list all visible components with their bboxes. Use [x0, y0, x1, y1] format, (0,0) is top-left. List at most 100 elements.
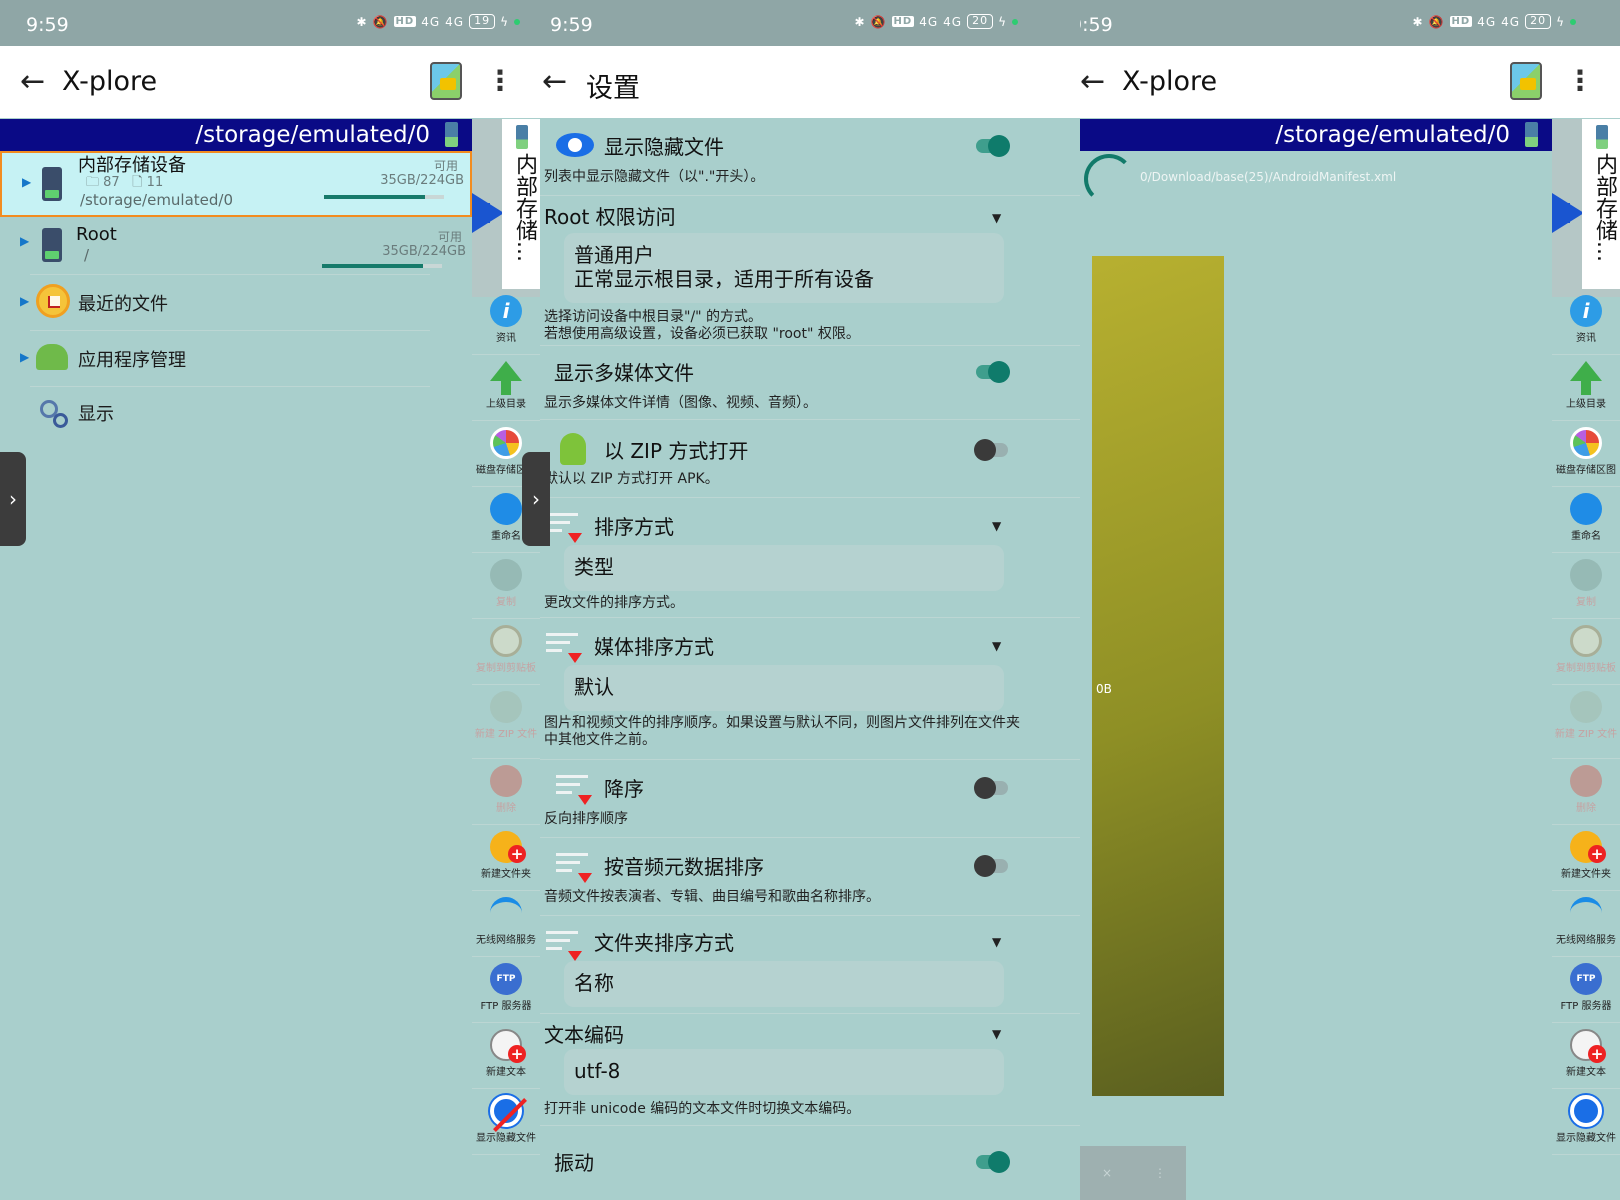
tool-info[interactable]: i 资讯 [1552, 289, 1620, 355]
setting-show-hidden[interactable]: 显示隐藏文件 列表中显示隐藏文件（以"."开头）。 [540, 119, 1080, 195]
back-arrow-icon[interactable]: ← [542, 64, 567, 99]
more-menu-icon[interactable]: ⋮ [486, 64, 514, 97]
tool-show-hidden[interactable]: 显示隐藏文件 [472, 1089, 540, 1155]
tool-wifi[interactable]: 无线网络服务 [472, 891, 540, 957]
signal-icon-2: 4G [1501, 14, 1521, 29]
sort-mode-select[interactable]: 类型 [564, 545, 1004, 591]
setting-text-encoding[interactable]: 文本编码 ▼ utf-8 打开非 unicode 编码的文本文件时切换文本编码。 [540, 1015, 1080, 1125]
tool-copy[interactable]: 复制 [472, 553, 540, 619]
tool-disk-map[interactable]: 磁盘存储区图 [1552, 421, 1620, 487]
storage-row-root[interactable]: ▶ Root / 可用 35GB/224GB [0, 220, 472, 272]
close-icon[interactable]: × [1102, 1166, 1112, 1180]
setting-audio-metadata[interactable]: 按音频元数据排序 音频文件按表演者、专辑、曲目编号和歌曲名称排序。 [540, 839, 1080, 915]
storage-usage-bar [324, 195, 444, 199]
setting-show-media[interactable]: 显示多媒体文件 显示多媒体文件详情（图像、视频、音频）。 [540, 347, 1080, 423]
select-subvalue: 正常显示根目录，适用于所有设备 [574, 267, 874, 291]
trash-icon [490, 765, 522, 797]
expand-triangle-icon[interactable]: ▶ [22, 175, 31, 189]
privacy-dot-icon [1570, 18, 1576, 25]
tool-parent-dir[interactable]: 上级目录 [1552, 355, 1620, 421]
toggle-switch[interactable] [974, 439, 1008, 461]
tool-new-folder[interactable]: 新建文件夹 [472, 825, 540, 891]
sort-icon [546, 931, 582, 961]
expand-triangle-icon[interactable]: ▶ [20, 350, 29, 364]
other-pane-tab[interactable]: 内部存储... [472, 119, 540, 297]
nav-display[interactable]: 显示 [0, 386, 472, 440]
other-pane-label[interactable]: 内部存储... [502, 119, 540, 289]
storage-row-internal[interactable]: ▶ 内部存储设备 🗀 87 🗋 11 /storage/emulated/0 可… [0, 151, 472, 217]
expand-triangle-icon[interactable]: ▶ [20, 294, 29, 308]
toggle-switch[interactable] [976, 361, 1010, 383]
device-switch-icon[interactable] [430, 62, 462, 100]
expand-triangle-icon[interactable]: ▶ [20, 234, 29, 248]
tool-new-zip[interactable]: 新建 ZIP 文件 [1552, 685, 1620, 759]
setting-media-sort[interactable]: 媒体排序方式 ▼ 默认 图片和视频文件的排序顺序。如果设置与默认不同，则图片文件… [540, 619, 1080, 759]
tool-wifi[interactable]: 无线网络服务 [1552, 891, 1620, 957]
panel-file-browser: 9:59 ✱ 🔕 HD 4G 4G 19 ϟ ← X-plore ⋮ /stor… [0, 0, 540, 1200]
media-sort-select[interactable]: 默认 [564, 665, 1004, 711]
other-pane-tab[interactable]: 内部存储... [1552, 119, 1620, 297]
tool-ftp[interactable]: FTP FTP 服务器 [1552, 957, 1620, 1023]
text-encoding-select[interactable]: utf-8 [564, 1049, 1004, 1095]
nav-recent-files[interactable]: ▶ 最近的文件 [0, 276, 472, 330]
tool-delete[interactable]: 删除 [1552, 759, 1620, 825]
other-pane-label[interactable]: 内部存储... [1582, 119, 1620, 289]
tool-new-folder[interactable]: 新建文件夹 [1552, 825, 1620, 891]
dropdown-caret-icon[interactable]: ▼ [992, 519, 1001, 533]
folder-sort-select[interactable]: 名称 [564, 961, 1004, 1007]
dropdown-caret-icon[interactable]: ▼ [992, 935, 1001, 949]
setting-desc: 默认以 ZIP 方式打开 APK。 [544, 471, 719, 487]
setting-zip-open[interactable]: 以 ZIP 方式打开 默认以 ZIP 方式打开 APK。 [540, 421, 1080, 497]
setting-sort-mode[interactable]: 排序方式 ▼ 类型 更改文件的排序方式。 [540, 499, 1080, 617]
drawer-handle[interactable]: › [522, 452, 550, 546]
size-label: 0B [1096, 682, 1112, 696]
toggle-switch[interactable] [974, 855, 1008, 877]
back-arrow-icon[interactable]: ← [1080, 64, 1105, 99]
nav-label: 最近的文件 [78, 294, 168, 315]
dropdown-caret-icon[interactable]: ▼ [992, 639, 1001, 653]
tool-ftp[interactable]: FTP FTP 服务器 [472, 957, 540, 1023]
setting-vibrate[interactable]: 振动 [540, 1127, 1080, 1200]
storage-usage-fill [322, 264, 423, 268]
tool-copy-clipboard[interactable]: 复制到剪贴板 [472, 619, 540, 685]
toggle-switch[interactable] [974, 777, 1008, 799]
signal-icon: 4G [421, 14, 441, 29]
tool-copy-clipboard[interactable]: 复制到剪贴板 [1552, 619, 1620, 685]
toggle-switch[interactable] [976, 1151, 1010, 1173]
device-switch-icon[interactable] [1510, 62, 1542, 100]
setting-folder-sort[interactable]: 文件夹排序方式 ▼ 名称 [540, 917, 1080, 1013]
eye-icon [556, 133, 594, 157]
new-text-icon [1570, 1029, 1606, 1063]
tool-new-text[interactable]: 新建文本 [1552, 1023, 1620, 1089]
tool-label: 复制 [496, 597, 516, 608]
tool-rename[interactable]: 重命名 [1552, 487, 1620, 553]
nav-app-manager[interactable]: ▶ 应用程序管理 [0, 332, 472, 386]
dropdown-caret-icon[interactable]: ▼ [992, 211, 1001, 225]
root-access-select[interactable]: 普通用户 正常显示根目录，适用于所有设备 [564, 233, 1004, 303]
tool-delete[interactable]: 删除 [472, 759, 540, 825]
setting-descending[interactable]: 降序 反向排序顺序 [540, 761, 1080, 837]
more-icon[interactable]: ⋮ [1154, 1166, 1166, 1180]
path-bar[interactable]: /storage/emulated/0 [0, 119, 472, 151]
back-arrow-icon[interactable]: ← [20, 64, 45, 99]
tool-show-hidden[interactable]: 显示隐藏文件 [1552, 1089, 1620, 1155]
tool-label: 上级目录 [1566, 399, 1606, 410]
storage-usage-bar [322, 264, 442, 268]
divider [540, 837, 1080, 838]
info-icon: i [1570, 295, 1602, 327]
charging-icon: ϟ [500, 14, 509, 29]
path-bar[interactable]: /storage/emulated/0 [1080, 119, 1552, 151]
tool-new-text[interactable]: 新建文本 [472, 1023, 540, 1089]
divider [540, 195, 1080, 196]
toggle-knob [988, 1151, 1010, 1173]
tool-new-zip[interactable]: 新建 ZIP 文件 [472, 685, 540, 759]
more-menu-icon[interactable]: ⋮ [1566, 64, 1594, 97]
tool-parent-dir[interactable]: 上级目录 [472, 355, 540, 421]
toggle-switch[interactable] [976, 135, 1010, 157]
status-time: 9:59 [26, 14, 69, 36]
tool-copy[interactable]: 复制 [1552, 553, 1620, 619]
setting-root-access[interactable]: Root 权限访问 ▼ 普通用户 正常显示根目录，适用于所有设备 选择访问设备中… [540, 197, 1080, 343]
dropdown-caret-icon[interactable]: ▼ [992, 1027, 1001, 1041]
drawer-handle[interactable]: › [0, 452, 26, 546]
tool-info[interactable]: i 资讯 [472, 289, 540, 355]
